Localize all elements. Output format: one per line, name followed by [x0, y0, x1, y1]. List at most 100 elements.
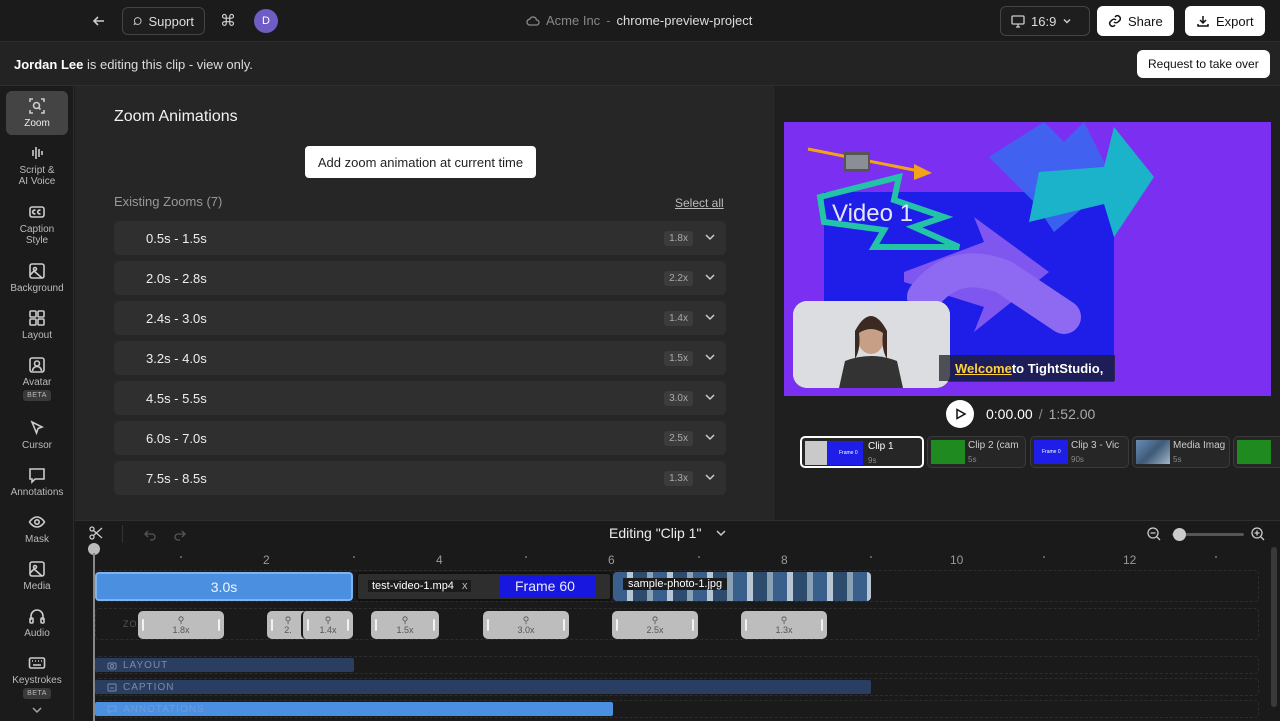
take-over-button[interactable]: Request to take over: [1137, 50, 1270, 78]
zoom-chip[interactable]: ⚲ 1.5x: [371, 611, 439, 639]
sidebar-item-layout[interactable]: Layout: [6, 309, 68, 341]
sidebar-item-script[interactable]: Script & AI Voice: [6, 144, 68, 187]
zoom-scale-badge: 1.3x: [664, 470, 693, 486]
org-name[interactable]: Acme Inc: [546, 13, 600, 28]
video-clip[interactable]: Frame 60 test-video-1.mp4 x: [356, 572, 612, 601]
clip-preview-image: [1237, 440, 1271, 464]
video-canvas[interactable]: Video 1 Welcome to TightStudio,: [784, 122, 1271, 396]
sidebar-label-keystrokes: Keystrokes: [12, 675, 62, 686]
clip-title: Media Imag: [1173, 440, 1226, 451]
sidebar-item-mask[interactable]: Mask: [6, 513, 68, 545]
zoom-list-item[interactable]: 6.0s - 7.0s 2.5x: [114, 421, 726, 455]
clip-preview-image: [931, 440, 965, 464]
play-button[interactable]: [946, 400, 974, 428]
zoom-chip-scale: 1.5x: [396, 625, 414, 635]
aspect-ratio-select[interactable]: 16:9: [1000, 6, 1090, 36]
project-name[interactable]: chrome-preview-project: [617, 13, 753, 28]
sidebar-item-audio[interactable]: Audio: [6, 607, 68, 639]
zoom-list-item[interactable]: 3.2s - 4.0s 1.5x: [114, 341, 726, 375]
undo-icon[interactable]: [143, 528, 157, 546]
zoom-panel: Zoom Animations Add zoom animation at cu…: [75, 86, 775, 520]
export-label: Export: [1216, 13, 1254, 29]
sidebar-item-cursor[interactable]: Cursor: [6, 419, 68, 451]
zoom-chip[interactable]: ⚲ 2.5x: [612, 611, 698, 639]
zoom-chip[interactable]: ⚲ 1.3x: [741, 611, 827, 639]
zoom-in-icon[interactable]: [1250, 526, 1266, 547]
photo-clip[interactable]: sample-photo-1.jpg: [613, 572, 871, 601]
ruler-dot: [525, 556, 527, 558]
editing-clip-selector[interactable]: Editing "Clip 1": [609, 525, 727, 541]
zoom-chip[interactable]: ⚲ 1.8x: [138, 611, 224, 639]
zoom-list-item[interactable]: 7.5s - 8.5s 1.3x: [114, 461, 726, 495]
zoom-chip[interactable]: ⚲ 1.4x: [301, 611, 353, 639]
sidebar-item-caption-style[interactable]: Caption Style: [6, 203, 68, 246]
sidebar-item-background[interactable]: Background: [6, 262, 68, 294]
vertical-scrollbar[interactable]: [1271, 547, 1277, 707]
clip-thumbnail[interactable]: Frame 0 Clip 3 - Vic 90s: [1030, 436, 1129, 468]
sidebar-item-zoom[interactable]: Zoom: [6, 91, 68, 135]
sidebar-label-audio: Audio: [24, 628, 50, 639]
back-arrow-icon[interactable]: [90, 12, 108, 30]
beta-badge: BETA: [23, 390, 51, 401]
zoom-scale-badge: 1.4x: [664, 310, 693, 326]
select-all-link[interactable]: Select all: [675, 196, 724, 210]
zoom-list-item[interactable]: 2.4s - 3.0s 1.4x: [114, 301, 726, 335]
layout-layer-bar[interactable]: LAYOUT: [95, 658, 354, 672]
ruler-tick-label: 12: [1123, 553, 1137, 567]
share-button[interactable]: Share: [1097, 6, 1174, 36]
zoom-scale-badge: 1.5x: [664, 350, 693, 366]
chevron-down-icon[interactable]: [704, 431, 716, 443]
clip-thumbnail[interactable]: Media Imag 5s: [1132, 436, 1230, 468]
caption-layer-bar[interactable]: CAPTION: [95, 680, 871, 694]
caption-icon: [107, 683, 117, 691]
chevron-down-icon[interactable]: [704, 231, 716, 243]
zoom-track-label: ZO: [107, 619, 138, 629]
clip-thumbnail[interactable]: [1233, 436, 1280, 468]
zoom-out-icon[interactable]: [1146, 526, 1162, 547]
chevron-down-icon[interactable]: [704, 471, 716, 483]
add-zoom-button[interactable]: Add zoom animation at current time: [305, 146, 536, 178]
timeline-zoom-slider[interactable]: [1172, 528, 1244, 541]
clip-zoom-segment[interactable]: 3.0s: [95, 572, 353, 601]
headphones-icon: [29, 609, 45, 624]
magnifier-icon: ⚲: [651, 615, 659, 625]
command-icon[interactable]: ⌘: [220, 11, 236, 31]
sidebar-item-annotations[interactable]: Annotations: [6, 466, 68, 498]
chevron-down-icon[interactable]: [704, 391, 716, 403]
ruler-dot: [870, 556, 872, 558]
ruler-tick-label: 10: [950, 553, 964, 567]
support-label: Support: [148, 13, 194, 29]
sidebar-item-media[interactable]: Media: [6, 560, 68, 592]
clip-duration: 5s: [1173, 455, 1182, 464]
ruler-dot: [698, 556, 700, 558]
chevron-down-icon: [1063, 18, 1071, 24]
zoom-list-item[interactable]: 2.0s - 2.8s 2.2x: [114, 261, 726, 295]
banner-message: Jordan Lee is editing this clip - view o…: [14, 57, 253, 72]
download-icon: [1197, 16, 1209, 27]
slider-thumb[interactable]: [1173, 528, 1187, 541]
chevron-down-icon[interactable]: [704, 351, 716, 363]
caption-highlight-word: Welcome: [955, 360, 1012, 376]
cursor-icon: [30, 420, 44, 436]
waveform-icon: [32, 147, 43, 159]
clip-thumbnail[interactable]: Frame 0 Clip 1 9s: [800, 436, 924, 468]
redo-icon[interactable]: [173, 528, 187, 546]
clip-thumbnail[interactable]: Clip 2 (cam 5s: [927, 436, 1026, 468]
user-avatar[interactable]: D: [254, 9, 278, 33]
chevron-down-icon[interactable]: [704, 271, 716, 283]
zoom-chip[interactable]: ⚲ 3.0x: [483, 611, 569, 639]
zoom-list-item[interactable]: 4.5s - 5.5s 3.0x: [114, 381, 726, 415]
monitor-icon: [1011, 14, 1025, 28]
zoom-list-item[interactable]: 0.5s - 1.5s 1.8x: [114, 221, 726, 255]
support-button[interactable]: Support: [122, 7, 205, 35]
remove-clip-button[interactable]: x: [462, 580, 468, 592]
chevron-down-icon[interactable]: [704, 311, 716, 323]
sidebar-item-avatar[interactable]: Avatar BETA: [6, 356, 68, 401]
layer-label: CAPTION: [123, 681, 175, 693]
clip-title: Clip 3 - Vic: [1071, 440, 1120, 451]
export-button[interactable]: Export: [1185, 6, 1265, 36]
annotations-layer-bar[interactable]: ANNOTATIONS: [95, 702, 613, 716]
sidebar-scroll-chevron-icon[interactable]: [31, 702, 43, 720]
link-icon: [1108, 14, 1122, 28]
sidebar-item-keystrokes[interactable]: Keystrokes BETA: [6, 654, 68, 699]
